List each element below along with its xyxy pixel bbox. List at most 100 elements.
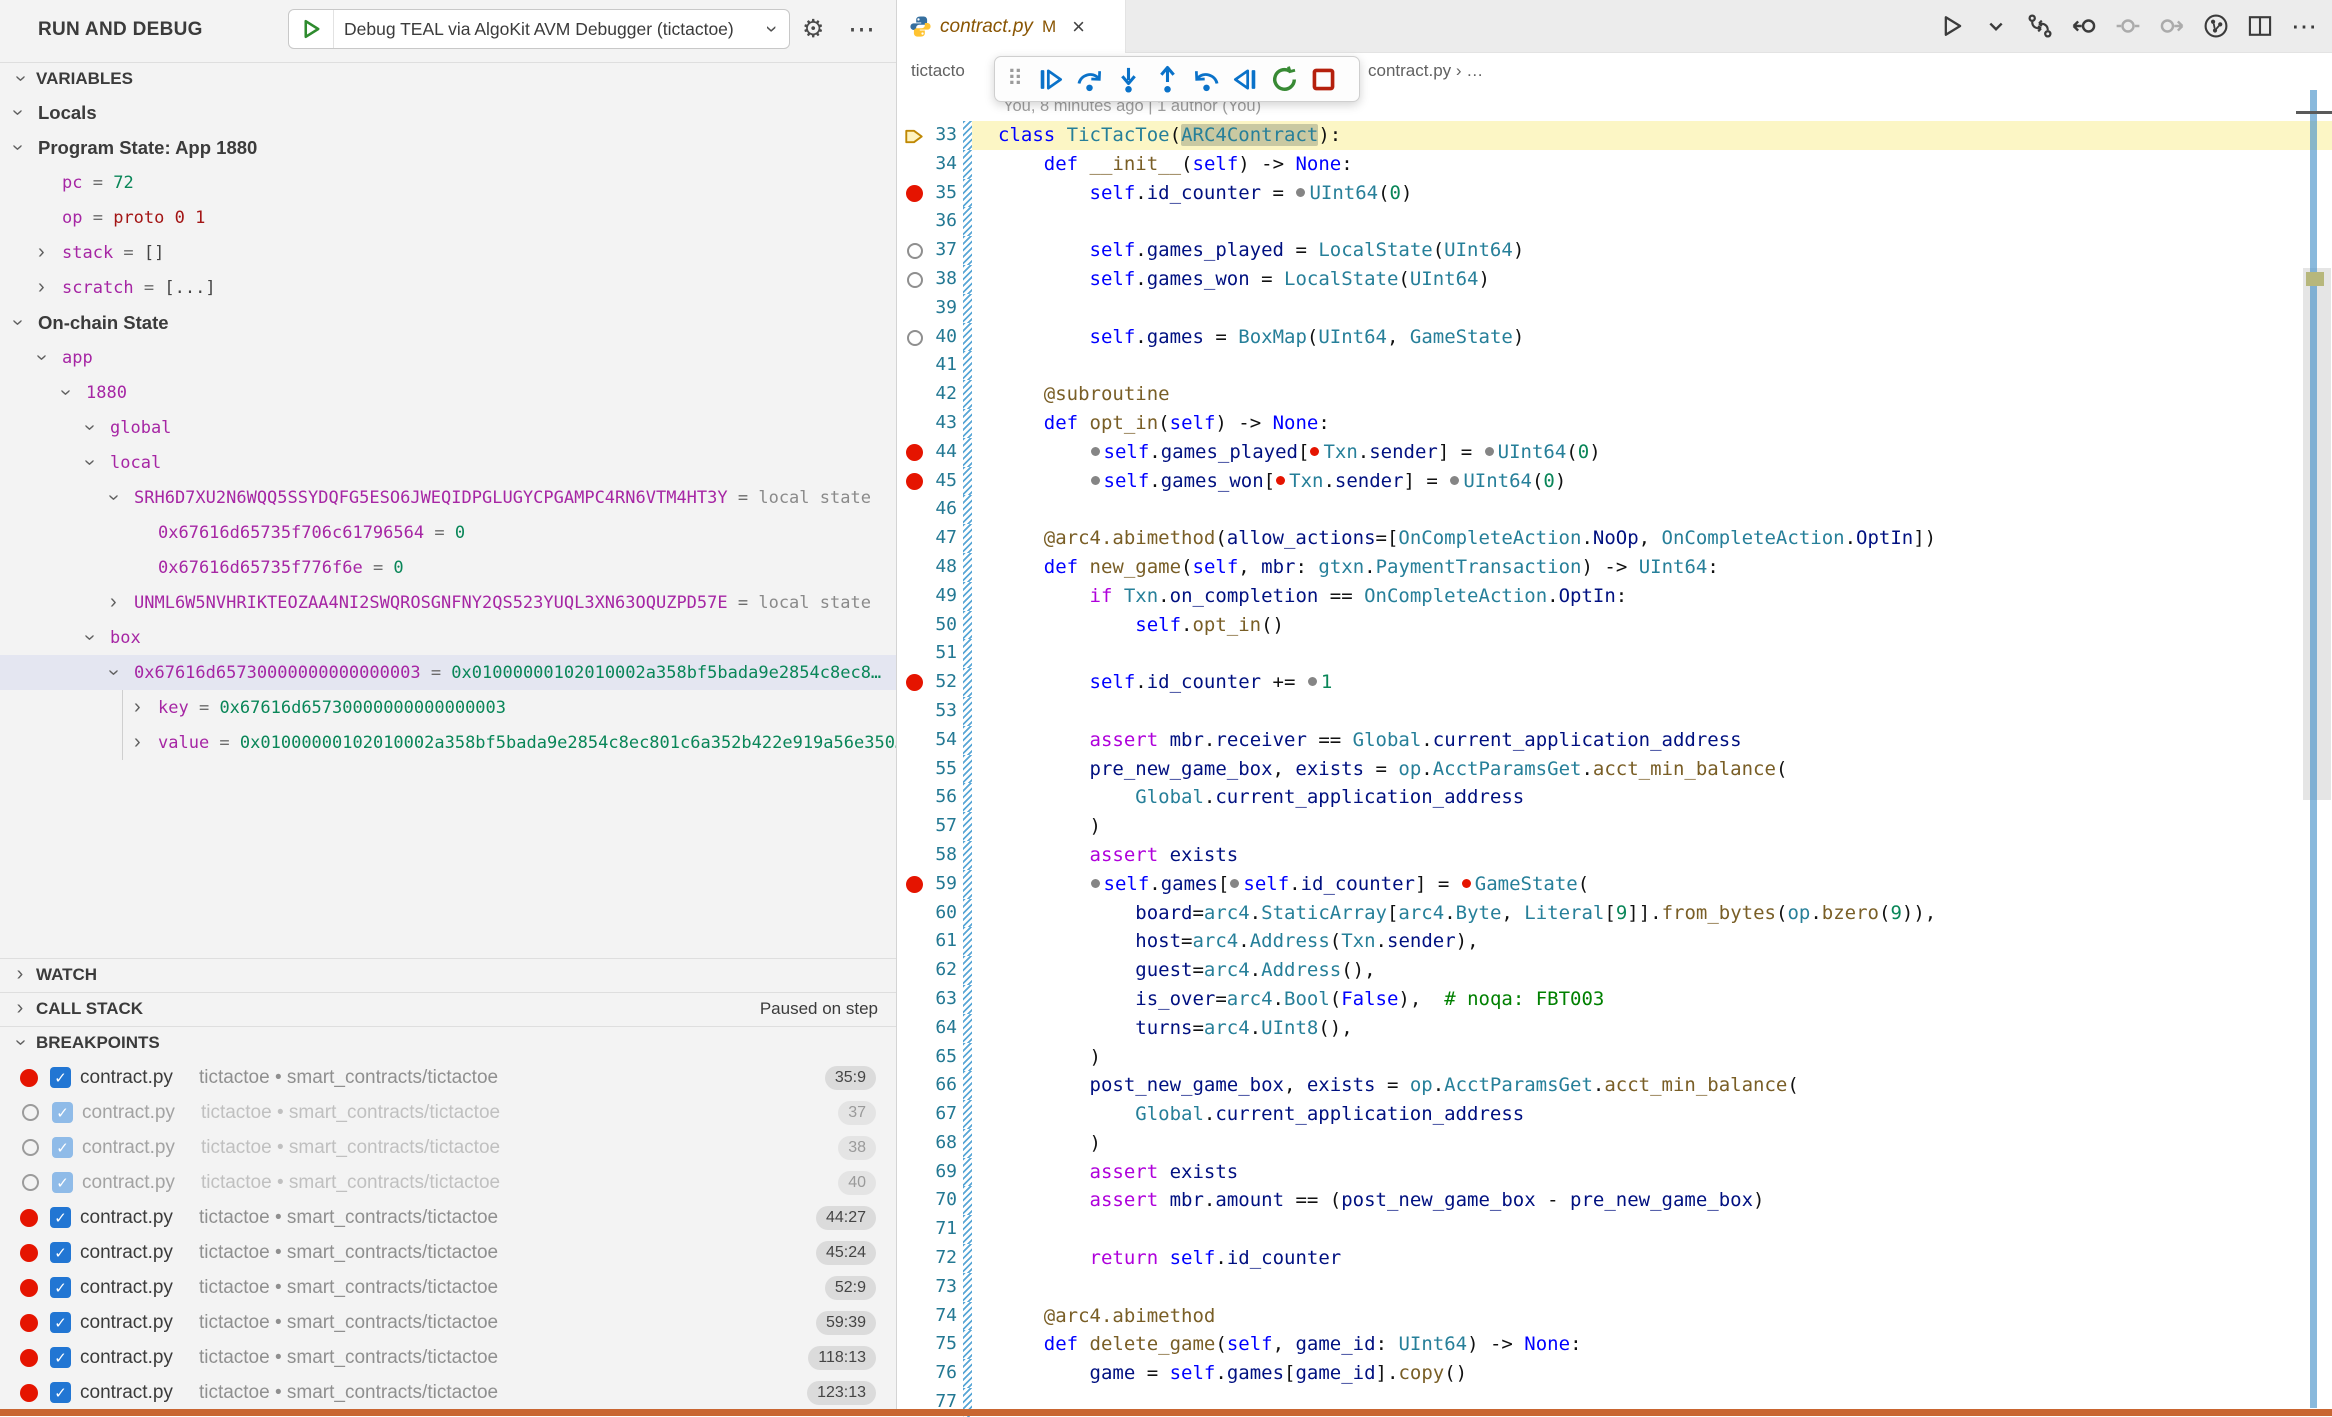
breakpoint-icon[interactable] [906,444,923,461]
breakpoint-gutter[interactable] [897,697,930,726]
code-line-content[interactable] [972,294,2332,323]
breakpoint-checkbox[interactable]: ✓ [50,1347,71,1368]
chevron-down-icon[interactable]: › [14,136,38,159]
inline-breakpoint-icon[interactable] [1276,476,1285,485]
breakpoint-row[interactable]: ✓contract.pytictactoe • smart_contracts/… [0,1340,896,1375]
code-line-content[interactable]: self.id_counter += 1 [972,668,2332,697]
code-line-content[interactable]: is_over=arc4.Bool(False), # noqa: FBT003 [972,985,2332,1014]
breakpoint-checkbox[interactable]: ✓ [50,1382,71,1403]
breakpoint-gutter[interactable] [897,783,930,812]
breakpoint-row[interactable]: ✓contract.pytictactoe • smart_contracts/… [0,1060,896,1095]
breadcrumb-item[interactable]: contract.py › … [1368,61,1483,81]
variable-row[interactable]: ›local [0,445,896,480]
code-line-content[interactable]: pre_new_game_box, exists = op.AcctParams… [972,755,2332,784]
variable-row[interactable]: op = proto 0 1 [0,200,896,235]
breakpoint-gutter[interactable] [897,1359,930,1388]
variables-group-row[interactable]: ›Locals [0,95,896,130]
variables-group-row[interactable]: ›On-chain State [0,305,896,340]
code-line-content[interactable]: return self.id_counter [972,1244,2332,1273]
breakpoint-gutter[interactable] [897,899,930,928]
code-line-content[interactable]: ) [972,1043,2332,1072]
inline-breakpoint-icon[interactable] [1310,447,1319,456]
code-line-content[interactable]: post_new_game_box, exists = op.AcctParam… [972,1071,2332,1100]
breakpoint-icon[interactable] [906,876,923,893]
code-line-content[interactable]: self.games_played = LocalState(UInt64) [972,236,2332,265]
chevron-right-icon[interactable]: › [134,696,158,719]
breakpoint-gutter[interactable] [897,409,930,438]
code-line-content[interactable]: self.opt_in() [972,611,2332,640]
variable-row[interactable]: ›scratch = [...] [0,270,896,305]
go-to-change-icon[interactable] [2112,10,2144,42]
go-to-next-change-icon[interactable] [2156,10,2188,42]
breakpoint-gutter[interactable] [897,265,930,294]
code-line-content[interactable]: def __init__(self) -> None: [972,150,2332,179]
chevron-down-icon[interactable]: › [14,311,38,334]
code-line-content[interactable]: Global.current_application_address [972,783,2332,812]
code-line-content[interactable]: assert mbr.receiver == Global.current_ap… [972,726,2332,755]
breakpoint-row[interactable]: ✓contract.pytictactoe • smart_contracts/… [0,1235,896,1270]
breakpoint-gutter[interactable] [897,207,930,236]
breakpoint-gutter[interactable] [897,495,930,524]
breakpoint-checkbox[interactable]: ✓ [52,1102,73,1123]
stop-button[interactable] [1304,59,1343,99]
code-line-content[interactable]: Global.current_application_address [972,1100,2332,1129]
close-icon[interactable]: × [1072,14,1085,40]
variable-row[interactable]: ›value = 0x01000000102010002a358bf5bada9… [0,725,896,760]
code-line-content[interactable] [972,207,2332,236]
breakpoint-gutter[interactable] [897,524,930,553]
run-options-dropdown-icon[interactable] [1980,10,2012,42]
variable-row[interactable]: ›SRH6D7XU2N6WQQ5SSYDQFG5ESO6JWEQIDPGLUGY… [0,480,896,515]
inline-breakpoint-candidate-icon[interactable] [1091,879,1100,888]
scrollbar-thumb[interactable] [2303,268,2331,800]
code-line-content[interactable]: @arc4.abimethod(allow_actions=[OnComplet… [972,524,2332,553]
chevron-down-icon[interactable]: › [14,101,38,124]
breakpoint-gutter[interactable] [897,438,930,467]
code-line-content[interactable]: @arc4.abimethod [972,1302,2332,1331]
breakpoint-gutter[interactable] [897,668,930,697]
breakpoint-gutter[interactable] [897,1129,930,1158]
step-into-button[interactable] [1109,59,1148,99]
toolbar-drag-handle[interactable]: ⠿ [999,59,1031,99]
code-line-content[interactable]: assert exists [972,1158,2332,1187]
breakpoint-gutter[interactable] [897,812,930,841]
variable-row[interactable]: ›0x67616d65730000000000000003 = 0x010000… [0,655,896,690]
breakpoint-gutter[interactable] [897,294,930,323]
breakpoint-gutter[interactable] [897,380,930,409]
more-actions-icon[interactable]: ⋯ [848,14,877,45]
breakpoint-gutter[interactable] [897,1014,930,1043]
variable-row[interactable]: ›1880 [0,375,896,410]
code-line-content[interactable]: self.games_won[Txn.sender] = UInt64(0) [972,467,2332,496]
inline-breakpoint-candidate-icon[interactable] [1091,447,1100,456]
code-line-content[interactable]: self.games = BoxMap(UInt64, GameState) [972,323,2332,352]
code-line-content[interactable] [972,1215,2332,1244]
chevron-down-icon[interactable]: › [86,451,110,474]
debug-config-dropdown[interactable]: Debug TEAL via AlgoKit AVM Debugger (tic… [288,9,790,49]
watch-section-header[interactable]: › WATCH [0,958,896,990]
breakpoint-gutter[interactable] [897,467,930,496]
breakpoint-gutter[interactable] [897,755,930,784]
inline-breakpoint-candidate-icon[interactable] [1308,677,1317,686]
code-line-content[interactable]: ) [972,812,2332,841]
code-line-content[interactable]: def delete_game(self, game_id: UInt64) -… [972,1330,2332,1359]
breakpoint-gutter[interactable] [897,870,930,899]
breakpoint-gutter[interactable] [897,1071,930,1100]
breakpoint-checkbox[interactable]: ✓ [52,1137,73,1158]
variable-row[interactable]: ›key = 0x67616d65730000000000000003 [0,690,896,725]
breakpoint-gutter[interactable] [897,351,930,380]
code-line-content[interactable]: ) [972,1129,2332,1158]
variables-group-row[interactable]: ›Program State: App 1880 [0,130,896,165]
open-changes-icon[interactable] [2024,10,2056,42]
unverified-breakpoint-icon[interactable] [907,272,923,288]
breakpoint-row[interactable]: ✓contract.pytictactoe • smart_contracts/… [0,1130,896,1165]
breakpoint-checkbox[interactable]: ✓ [50,1067,71,1088]
step-out-button[interactable] [1148,59,1187,99]
inline-breakpoint-candidate-icon[interactable] [1450,476,1459,485]
restart-button[interactable] [1265,59,1304,99]
breakpoint-gutter[interactable] [897,927,930,956]
breakpoint-gutter[interactable] [897,1215,930,1244]
start-debugging-button[interactable] [289,10,334,48]
chevron-down-icon[interactable]: › [38,346,62,369]
inline-breakpoint-candidate-icon[interactable] [1091,476,1100,485]
reverse-continue-button[interactable] [1226,59,1265,99]
breakpoint-checkbox[interactable]: ✓ [50,1277,71,1298]
